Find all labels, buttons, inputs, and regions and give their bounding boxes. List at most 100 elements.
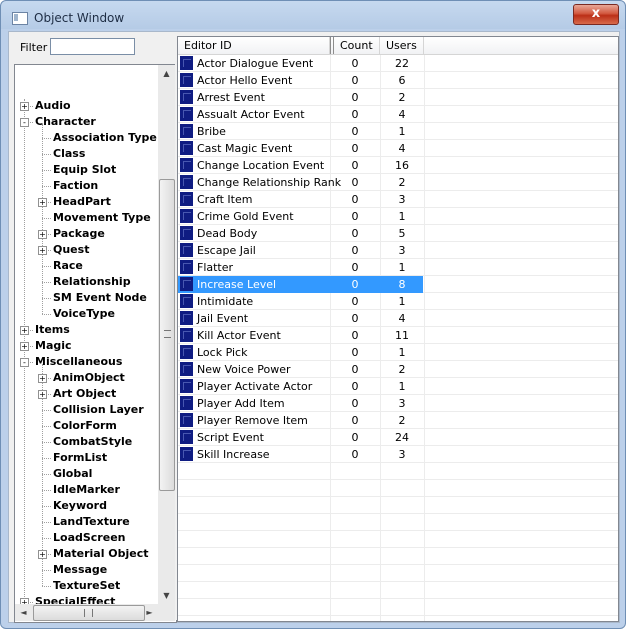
editor-id-cell: Dead Body (197, 227, 258, 240)
tree-node-race[interactable]: Race (53, 258, 83, 274)
tree-node-specialeffect[interactable]: SpecialEffect (35, 594, 115, 604)
tree-node-items[interactable]: Items (35, 322, 70, 338)
tree-node-message[interactable]: Message (53, 562, 107, 578)
column-header-editor-id[interactable]: Editor ID (178, 37, 330, 54)
expand-icon[interactable]: + (20, 326, 29, 335)
editor-id-cell: Jail Event (197, 312, 249, 325)
expand-icon[interactable]: + (38, 550, 47, 559)
expand-icon[interactable]: + (38, 374, 47, 383)
editor-id-cell: Change Location Event (197, 159, 325, 172)
form-record-icon (180, 90, 193, 104)
tree-node-keyword[interactable]: Keyword (53, 498, 107, 514)
horizontal-scroll-thumb[interactable] (33, 605, 145, 621)
tree-node-sm-event-node[interactable]: SM Event Node (53, 290, 147, 306)
tree-node-combatstyle[interactable]: CombatStyle (53, 434, 132, 450)
scroll-up-arrow-icon[interactable]: ▲ (158, 65, 175, 82)
table-row[interactable]: Actor Hello Event 0 6 (178, 72, 423, 89)
tree-node-colorform[interactable]: ColorForm (53, 418, 117, 434)
table-row[interactable]: Player Add Item 0 3 (178, 395, 423, 412)
table-row[interactable]: Arrest Event 0 2 (178, 89, 423, 106)
count-cell: 0 (351, 57, 359, 70)
table-row[interactable]: Flatter 0 1 (178, 259, 423, 276)
expand-icon[interactable]: + (38, 230, 47, 239)
tree-node-collision-layer[interactable]: Collision Layer (53, 402, 144, 418)
tree-guide-line (42, 490, 51, 491)
expand-icon[interactable]: + (38, 198, 47, 207)
tree-node-material-object[interactable]: Material Object (53, 546, 149, 562)
table-row[interactable]: Craft Item 0 3 (178, 191, 423, 208)
table-row[interactable]: Dead Body 0 5 (178, 225, 423, 242)
count-cell: 0 (351, 159, 359, 172)
expand-icon[interactable]: + (38, 246, 47, 255)
table-row[interactable]: Escape Jail 0 3 (178, 242, 423, 259)
table-row[interactable]: Player Remove Item 0 2 (178, 412, 423, 429)
tree-node-landtexture[interactable]: LandTexture (53, 514, 130, 530)
users-cell: 4 (398, 142, 406, 155)
collapse-icon[interactable]: - (20, 358, 29, 367)
table-row[interactable]: Player Activate Actor 0 1 (178, 378, 423, 395)
editor-id-cell: Flatter (197, 261, 234, 274)
filter-input[interactable] (50, 38, 135, 55)
tree-node-headpart[interactable]: HeadPart (53, 194, 111, 210)
form-record-icon (180, 158, 193, 172)
tree-node-package[interactable]: Package (53, 226, 105, 242)
table-row[interactable]: Assualt Actor Event 0 4 (178, 106, 423, 123)
title-bar[interactable]: Object Window x (1, 1, 625, 31)
table-row[interactable]: Change Location Event 0 16 (178, 157, 423, 174)
tree-node-audio[interactable]: Audio (35, 98, 71, 114)
tree-node-textureset[interactable]: TextureSet (53, 578, 120, 594)
tree-node-relationship[interactable]: Relationship (53, 274, 131, 290)
table-row[interactable]: Crime Gold Event 0 1 (178, 208, 423, 225)
tree-node-movement-type[interactable]: Movement Type (53, 210, 151, 226)
tree-node-magic[interactable]: Magic (35, 338, 72, 354)
tree-horizontal-scrollbar[interactable]: ◄ ► (15, 604, 158, 621)
table-row[interactable]: Intimidate 0 1 (178, 293, 423, 310)
scroll-down-arrow-icon[interactable]: ▼ (158, 587, 175, 604)
tree-node-faction[interactable]: Faction (53, 178, 98, 194)
editor-id-cell: Cast Magic Event (197, 142, 293, 155)
tree-node-idlemarker[interactable]: IdleMarker (53, 482, 120, 498)
table-row[interactable]: Script Event 0 24 (178, 429, 423, 446)
tree-node-quest[interactable]: Quest (53, 242, 89, 258)
table-row[interactable]: Actor Dialogue Event 0 22 (178, 55, 423, 72)
list-header: Editor ID Count Users (178, 37, 618, 55)
tree-node-association-type[interactable]: Association Type (53, 130, 157, 146)
tree-node-global[interactable]: Global (53, 466, 92, 482)
tree-node-equip-slot[interactable]: Equip Slot (53, 162, 116, 178)
table-row[interactable]: Cast Magic Event 0 4 (178, 140, 423, 157)
table-row[interactable]: Lock Pick 0 1 (178, 344, 423, 361)
tree-node-character[interactable]: Character (35, 114, 96, 130)
table-row[interactable]: New Voice Power 0 2 (178, 361, 423, 378)
column-header-count[interactable]: Count (334, 37, 380, 54)
collapse-icon[interactable]: - (20, 118, 29, 127)
expand-icon[interactable]: + (20, 342, 29, 351)
tree-node-class[interactable]: Class (53, 146, 85, 162)
table-row[interactable]: Jail Event 0 4 (178, 310, 423, 327)
tree-node-loadscreen[interactable]: LoadScreen (53, 530, 125, 546)
form-record-icon (180, 447, 193, 461)
tree-node-miscellaneous[interactable]: Miscellaneous (35, 354, 122, 370)
scroll-right-arrow-icon[interactable]: ► (141, 604, 158, 621)
form-record-icon (180, 311, 193, 325)
tree-guide-line (42, 124, 43, 314)
table-row[interactable]: Increase Level 0 8 (178, 276, 423, 293)
expand-icon[interactable]: + (38, 390, 47, 399)
vertical-scroll-thumb[interactable] (159, 179, 175, 491)
table-row[interactable]: Skill Increase 0 3 (178, 446, 423, 463)
close-button[interactable]: x (573, 4, 619, 25)
table-row[interactable]: Bribe 0 1 (178, 123, 423, 140)
tree-guide-line (42, 458, 51, 459)
table-row[interactable]: Change Relationship Rank 0 2 (178, 174, 423, 191)
tree-vertical-scrollbar[interactable]: ▲ ▼ (158, 65, 175, 604)
expand-icon[interactable]: + (20, 102, 29, 111)
scroll-left-arrow-icon[interactable]: ◄ (15, 604, 32, 621)
tree-node-art-object[interactable]: Art Object (53, 386, 116, 402)
editor-id-cell: Increase Level (197, 278, 277, 291)
tree-node-animobject[interactable]: AnimObject (53, 370, 125, 386)
tree-node-formlist[interactable]: FormList (53, 450, 107, 466)
table-row[interactable]: Kill Actor Event 0 11 (178, 327, 423, 344)
grip-icon (164, 330, 171, 338)
form-record-icon (180, 430, 193, 444)
column-header-users[interactable]: Users (380, 37, 424, 54)
tree-node-voicetype[interactable]: VoiceType (53, 306, 115, 322)
